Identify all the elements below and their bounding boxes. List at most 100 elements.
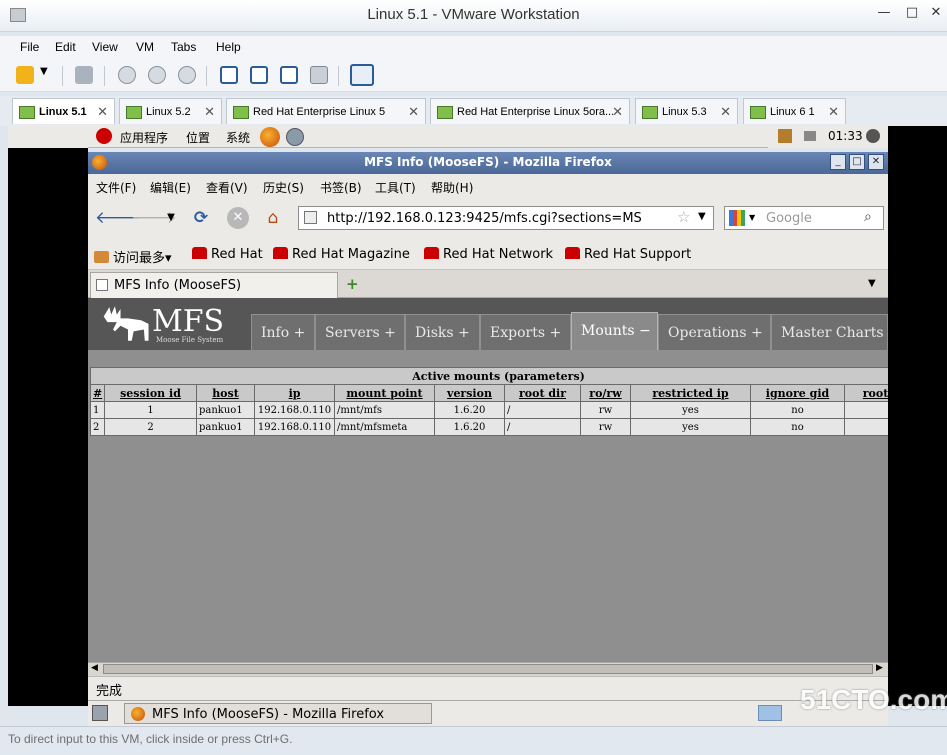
- thumbnail-view-icon[interactable]: [350, 64, 374, 86]
- console-view-icon[interactable]: [250, 66, 268, 84]
- mfs-tab-mounts[interactable]: Mounts −: [571, 312, 658, 352]
- column-header[interactable]: ip: [254, 384, 335, 402]
- column-header[interactable]: root dir: [504, 384, 581, 402]
- chevron-down-icon[interactable]: ▼: [40, 66, 48, 77]
- scroll-right-icon[interactable]: ▶: [876, 663, 883, 673]
- close-icon[interactable]: ✕: [720, 104, 731, 120]
- close-icon[interactable]: ✕: [204, 104, 215, 120]
- ff-menu-edit[interactable]: 编辑(E): [150, 179, 191, 196]
- menu-tabs[interactable]: Tabs: [171, 40, 196, 54]
- close-icon[interactable]: ✕: [97, 104, 108, 120]
- toolbar-separator: [206, 66, 207, 86]
- column-header[interactable]: ignore gid: [750, 384, 845, 402]
- firefox-launcher-icon[interactable]: [260, 127, 280, 147]
- update-notifier-icon[interactable]: [778, 129, 792, 143]
- menu-file[interactable]: File: [20, 40, 39, 54]
- bookmark-most-visited[interactable]: 访问最多▾: [94, 247, 172, 266]
- snapshot-icon[interactable]: [118, 66, 136, 84]
- column-header[interactable]: host: [196, 384, 255, 402]
- vm-tab-rhel5-oracle[interactable]: Red Hat Enterprise Linux 5ora... ✕: [430, 98, 630, 124]
- ff-menu-help[interactable]: 帮助(H): [431, 179, 473, 196]
- ff-menu-history[interactable]: 历史(S): [263, 179, 304, 196]
- stop-icon[interactable]: ✕: [227, 207, 249, 229]
- mfs-tab-servers[interactable]: Servers +: [315, 314, 405, 350]
- ff-menu-view[interactable]: 查看(V): [206, 179, 248, 196]
- power-icon[interactable]: [16, 66, 34, 84]
- bookmark-label: Red Hat Magazine: [292, 247, 410, 262]
- url-input[interactable]: http://192.168.0.123:9425/mfs.cgi?sectio…: [327, 211, 642, 226]
- vm-tab-rhel5[interactable]: Red Hat Enterprise Linux 5 ✕: [226, 98, 426, 124]
- bookmark-red-hat-magazine[interactable]: Red Hat Magazine: [273, 247, 410, 262]
- minimize-icon[interactable]: _: [830, 154, 846, 170]
- sidebar-toggle-icon[interactable]: [220, 66, 238, 84]
- mfs-tab-info[interactable]: Info +: [251, 314, 315, 350]
- scrollbar-thumb[interactable]: [103, 664, 873, 674]
- tab-list-icon[interactable]: ▼: [868, 278, 876, 289]
- close-icon[interactable]: ✕: [868, 154, 884, 170]
- search-input[interactable]: Google: [766, 211, 812, 226]
- vm-tab-linux-6-1[interactable]: Linux 6 1 ✕: [743, 98, 846, 124]
- redhat-icon: [565, 247, 580, 259]
- maximize-icon[interactable]: □: [902, 6, 922, 22]
- close-icon[interactable]: ✕: [612, 104, 623, 120]
- bookmark-star-icon[interactable]: ☆: [677, 208, 690, 226]
- column-header[interactable]: restricted ip: [630, 384, 751, 402]
- column-header[interactable]: root: [843, 384, 888, 402]
- maximize-icon[interactable]: □: [849, 154, 865, 170]
- ff-menu-tools[interactable]: 工具(T): [375, 179, 416, 196]
- mfs-tab-operations[interactable]: Operations +: [658, 314, 771, 350]
- vm-tab-linux-5-3[interactable]: Linux 5.3 ✕: [635, 98, 738, 124]
- panel-clock[interactable]: 01:33: [828, 129, 863, 143]
- column-header[interactable]: version: [434, 384, 505, 402]
- workspace-switcher[interactable]: [758, 705, 782, 721]
- close-icon[interactable]: ✕: [828, 104, 839, 120]
- forward-icon[interactable]: 🡒: [131, 207, 177, 229]
- reload-icon[interactable]: ⟳: [190, 207, 212, 229]
- unity-icon[interactable]: [310, 66, 328, 84]
- gnome-menu-places[interactable]: 位置: [186, 129, 210, 146]
- google-engine-icon[interactable]: [729, 210, 745, 226]
- menu-help[interactable]: Help: [216, 40, 241, 54]
- vm-tab-linux-5-1[interactable]: Linux 5.1 ✕: [12, 98, 115, 124]
- chevron-down-icon[interactable]: ▼: [698, 211, 706, 222]
- bookmark-red-hat-support[interactable]: Red Hat Support: [565, 247, 691, 262]
- ff-menu-bookmarks[interactable]: 书签(B): [320, 179, 362, 196]
- table-cell: no: [750, 418, 845, 436]
- bookmark-red-hat[interactable]: Red Hat: [192, 247, 263, 262]
- new-tab-icon[interactable]: +: [346, 275, 359, 293]
- column-header[interactable]: session id: [104, 384, 197, 402]
- close-icon[interactable]: ✕: [408, 104, 419, 120]
- column-header[interactable]: ro/rw: [580, 384, 631, 402]
- mfs-tab-disks[interactable]: Disks +: [405, 314, 480, 350]
- show-desktop-icon[interactable]: [92, 705, 108, 721]
- active-mounts-table: Active mounts (parameters) # session id …: [89, 367, 888, 436]
- ff-menu-file[interactable]: 文件(F): [96, 179, 136, 196]
- close-icon[interactable]: ✕: [926, 6, 946, 22]
- menu-view[interactable]: View: [92, 40, 118, 54]
- mfs-tab-master-charts[interactable]: Master Charts: [771, 314, 888, 350]
- history-dropdown-icon[interactable]: ▼: [160, 207, 182, 229]
- back-icon[interactable]: 🡐: [95, 207, 141, 229]
- volume-icon[interactable]: [866, 129, 880, 143]
- column-header[interactable]: mount point: [334, 384, 435, 402]
- mail-launcher-icon[interactable]: [286, 128, 304, 146]
- network-icon[interactable]: [75, 66, 93, 84]
- column-header[interactable]: #: [90, 384, 105, 402]
- site-identity-icon[interactable]: [304, 211, 317, 224]
- home-icon[interactable]: ⌂: [262, 207, 284, 229]
- gnome-menu-applications[interactable]: 应用程序: [120, 129, 168, 146]
- bookmark-red-hat-network[interactable]: Red Hat Network: [424, 247, 553, 262]
- mfs-tab-exports[interactable]: Exports +: [480, 314, 571, 350]
- revert-snapshot-icon[interactable]: [148, 66, 166, 84]
- scroll-left-icon[interactable]: ◀: [91, 663, 98, 673]
- fullscreen-icon[interactable]: [280, 66, 298, 84]
- vm-tab-linux-5-2[interactable]: Linux 5.2 ✕: [119, 98, 222, 124]
- gnome-menu-system[interactable]: 系统: [226, 129, 250, 146]
- chevron-down-icon[interactable]: ▼: [749, 213, 755, 222]
- menu-vm[interactable]: VM: [136, 40, 154, 54]
- minimize-icon[interactable]: —: [874, 6, 894, 22]
- menu-edit[interactable]: Edit: [55, 40, 76, 54]
- search-icon[interactable]: ⌕: [864, 209, 872, 225]
- table-cell: rw: [580, 401, 631, 419]
- snapshot-manager-icon[interactable]: [178, 66, 196, 84]
